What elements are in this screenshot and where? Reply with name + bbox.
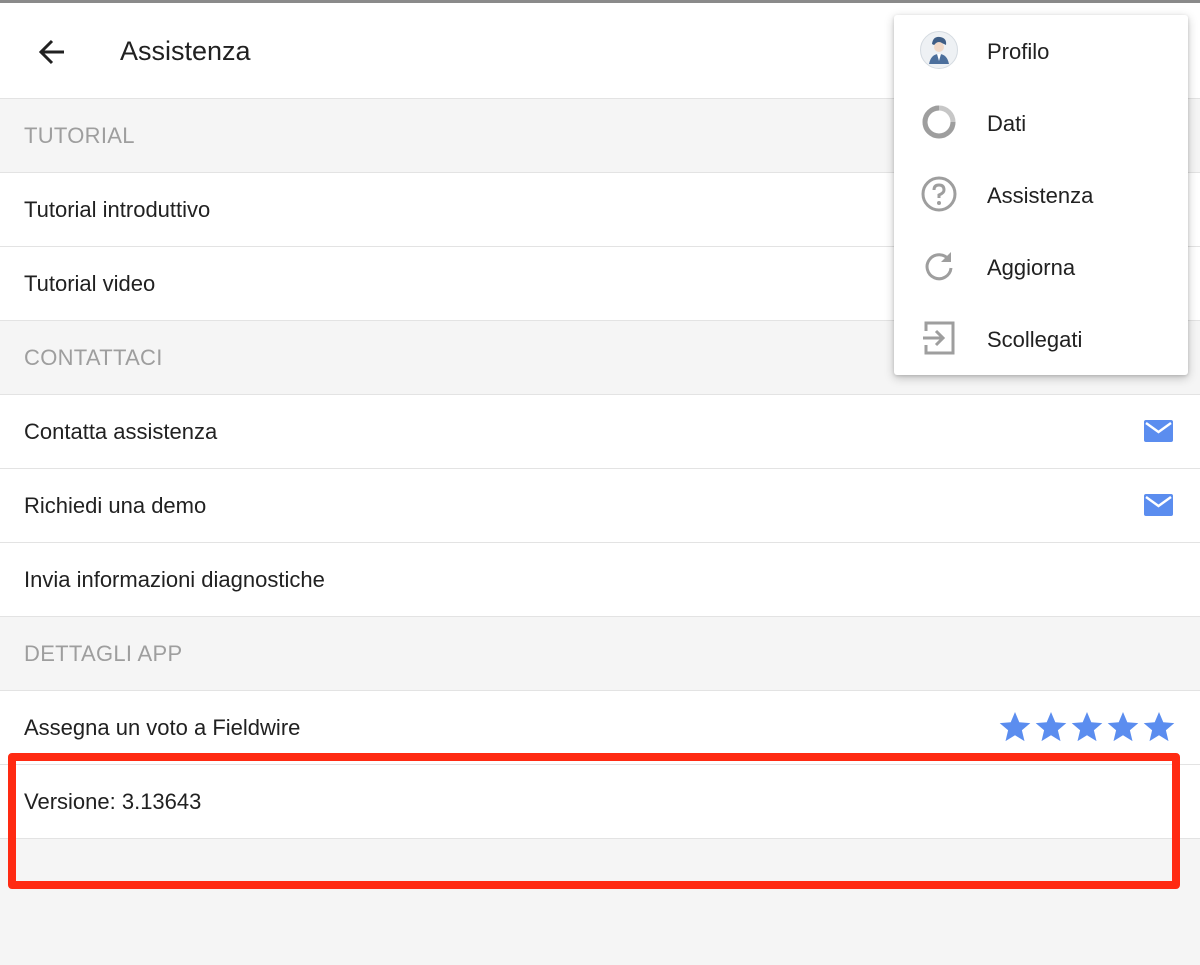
section-header-label: CONTATTACI (24, 345, 163, 370)
star-icon[interactable] (1070, 711, 1104, 743)
data-ring-icon (920, 103, 958, 141)
list-item-label: Invia informazioni diagnostiche (24, 567, 325, 592)
list-item-send-diagnostics[interactable]: Invia informazioni diagnostiche (0, 543, 1200, 617)
list-item-label: Richiedi una demo (24, 493, 207, 518)
help-circle-icon (920, 175, 958, 213)
section-header-label: TUTORIAL (24, 123, 135, 148)
list-item-version: Versione: 3.13643 (0, 765, 1200, 839)
mail-icon (1144, 494, 1173, 516)
menu-item-data[interactable]: Dati (894, 87, 1188, 159)
menu-item-refresh[interactable]: Aggiorna (894, 231, 1188, 303)
star-icon[interactable] (1106, 711, 1140, 743)
menu-item-logout[interactable]: Scollegati (894, 303, 1188, 375)
list-item-contact-support[interactable]: Contatta assistenza (0, 395, 1200, 469)
version-label: Versione: 3.13643 (24, 789, 202, 814)
overflow-menu: Profilo Dati Assistenza Aggiorna Scolleg… (894, 15, 1188, 375)
section-header-label: DETTAGLI APP (24, 641, 183, 666)
menu-item-help[interactable]: Assistenza (894, 159, 1188, 231)
menu-item-label: Aggiorna (987, 255, 1076, 280)
list-item-label: Tutorial introduttivo (24, 197, 211, 222)
list-item-label: Contatta assistenza (24, 419, 218, 444)
rating-stars[interactable] (998, 711, 1176, 743)
list-item-rate-app[interactable]: Assegna un voto a Fieldwire (0, 691, 1200, 765)
refresh-icon (920, 247, 958, 285)
star-icon[interactable] (1034, 711, 1068, 743)
list-item-request-demo[interactable]: Richiedi una demo (0, 469, 1200, 543)
back-button[interactable] (30, 31, 76, 73)
page-title: Assistenza (120, 36, 251, 66)
star-icon[interactable] (1142, 711, 1176, 743)
list-item-label: Assegna un voto a Fieldwire (24, 715, 301, 740)
logout-icon (920, 319, 958, 357)
menu-item-label: Scollegati (987, 327, 1083, 352)
list-item-label: Tutorial video (24, 271, 156, 296)
mail-icon (1144, 420, 1173, 442)
arrow-back-icon (38, 39, 64, 65)
menu-item-label: Profilo (987, 39, 1050, 64)
menu-item-label: Assistenza (987, 183, 1094, 208)
section-header-app-details: DETTAGLI APP (0, 617, 1200, 691)
menu-item-profile[interactable]: Profilo (894, 15, 1188, 87)
menu-item-label: Dati (987, 111, 1027, 136)
avatar-icon (920, 31, 958, 69)
star-icon[interactable] (998, 711, 1032, 743)
